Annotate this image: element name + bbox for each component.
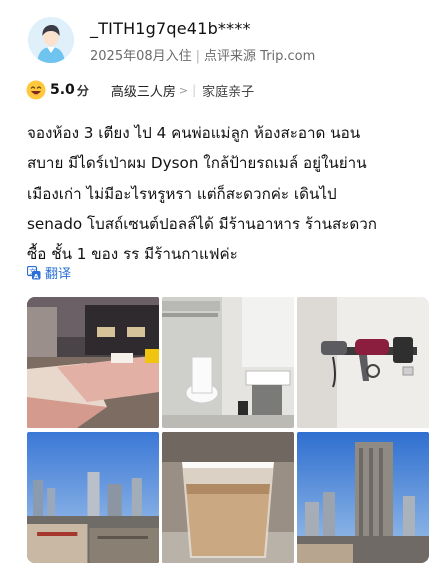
translate-icon: 文 A xyxy=(27,265,41,280)
rating-row: 5.0 分 高级三人房 > | 家庭亲子 xyxy=(26,79,254,101)
chevron-right-icon[interactable]: > xyxy=(179,84,188,97)
photo-grid xyxy=(27,297,429,563)
translate-label: 翻译 xyxy=(45,267,72,282)
photo-iced-coffee[interactable] xyxy=(162,432,294,563)
username[interactable]: _TITH1g7qe41b**** xyxy=(90,19,251,38)
bathroom-image xyxy=(162,297,294,428)
bedroom-image xyxy=(27,297,159,428)
svg-text:A: A xyxy=(34,272,39,280)
photo-bedroom[interactable] xyxy=(27,297,159,428)
translate-button[interactable]: 文 A 翻译 xyxy=(27,263,71,282)
building-view-image xyxy=(297,432,429,563)
hairdryer-image xyxy=(297,297,429,428)
stay-date: 2025年08月入住 xyxy=(90,49,192,64)
traveler-type: 家庭亲子 xyxy=(202,84,255,100)
avatar-person-icon xyxy=(28,17,74,63)
review-line: จองห้อง 3 เตียง ไป 4 คนพ่อแม่ลูก ห้องสะอ… xyxy=(27,124,361,142)
photo-city-view[interactable] xyxy=(27,432,159,563)
review-source: 点评来源 Trip.com xyxy=(204,49,316,64)
rating-unit: 分 xyxy=(76,83,89,98)
review-line: ซื้อ ชั้น 1 ของ รร มีร้านกาแฟค่ะ xyxy=(27,245,238,264)
rating-divider: | xyxy=(192,83,197,97)
room-type-link[interactable]: 高级三人房 xyxy=(111,81,176,100)
photo-bathroom-toilet[interactable] xyxy=(162,297,294,428)
review-meta: 2025年08月入住 | 点评来源 Trip.com xyxy=(90,45,315,64)
iced-coffee-image xyxy=(162,432,294,563)
review-text: จองห้อง 3 เตียง ไป 4 คนพ่อแม่ลูก ห้องสะอ… xyxy=(27,118,419,269)
photo-building-view[interactable] xyxy=(297,432,429,563)
user-avatar[interactable] xyxy=(28,17,74,63)
meta-separator: | xyxy=(195,49,201,64)
review-line: senado โบสถ์เซนต์ปอลล์ได้ มีร้านอาหาร ร้… xyxy=(27,214,377,233)
review-line: สบาย มีไดร์เป่าผม Dyson ใกล้ป้ายรถเมล์ อ… xyxy=(27,154,367,173)
photo-hairdryer[interactable] xyxy=(297,297,429,428)
rating-score: 5.0 xyxy=(50,82,75,98)
city-view-image xyxy=(27,432,159,563)
review-line: เมืองเก่า ไม่มีอะไรหรูหรา แต่ก็สะดวกค่ะ … xyxy=(27,184,337,203)
grinning-face-icon xyxy=(26,80,46,100)
